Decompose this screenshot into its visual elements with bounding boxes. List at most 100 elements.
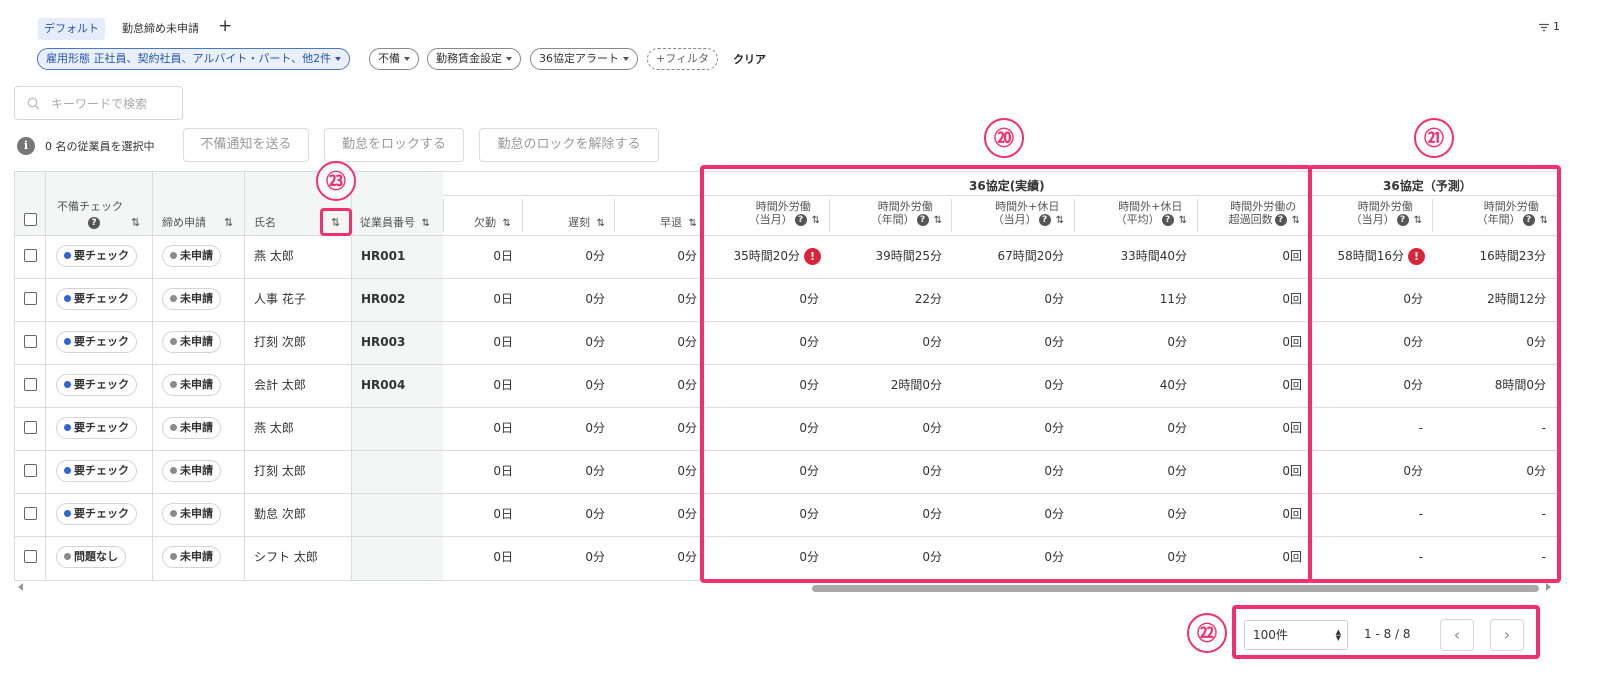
defect-check-label: 要チェック <box>74 249 129 262</box>
cell-value: 0日 <box>493 421 513 435</box>
column-header-early[interactable]: 早退 ⇅ <box>660 216 698 230</box>
filter-chip-label: 勤務賃金設定 <box>436 52 502 65</box>
row-checkbox[interactable] <box>24 421 37 434</box>
employee-name[interactable]: 打刻 次郎 <box>254 334 306 350</box>
view-tab-unsubmitted[interactable]: 勤怠締め未申請 <box>116 18 205 40</box>
filter-count-indicator[interactable]: 1 <box>1538 20 1560 33</box>
closing-status-label: 未申請 <box>180 335 213 348</box>
status-dot <box>170 467 177 474</box>
unlock-attendance-button[interactable]: 勤怠のロックを解除する <box>479 128 659 162</box>
status-dot <box>64 467 71 474</box>
filter-chip-36-alert[interactable]: 36協定アラート <box>530 48 638 70</box>
annotation-number-21: ㉑ <box>1414 118 1454 158</box>
status-dot <box>64 553 71 560</box>
column-header-absence[interactable]: 欠勤 ⇅ <box>474 216 512 230</box>
header-column-divider <box>614 199 615 232</box>
defect-check-badge[interactable]: 要チェック <box>56 331 137 353</box>
employee-name[interactable]: 人事 花子 <box>254 291 306 307</box>
employee-name[interactable]: 燕 太郎 <box>254 420 294 436</box>
lock-attendance-button[interactable]: 勤怠をロックする <box>324 128 464 162</box>
defect-check-badge[interactable]: 要チェック <box>56 503 137 525</box>
status-dot <box>170 338 177 345</box>
status-dot <box>64 295 71 302</box>
employee-name[interactable]: シフト 太郎 <box>254 549 318 565</box>
filter-chip-employment-type[interactable]: 雇用形態 正社員、契約社員、アルバイト・パート、他2件 <box>37 48 351 70</box>
cell-value: 0日 <box>493 249 513 263</box>
row-checkbox[interactable] <box>24 335 37 348</box>
cell-late: 0分 <box>585 549 605 565</box>
row-checkbox[interactable] <box>24 507 37 520</box>
search-input[interactable] <box>49 94 177 114</box>
clear-filters-link[interactable]: クリア <box>733 51 766 67</box>
help-icon[interactable]: ? <box>88 217 100 229</box>
scroll-left-arrow[interactable] <box>18 583 23 591</box>
column-header-label: 従業員番号 <box>360 216 415 229</box>
employee-name[interactable]: 打刻 太郎 <box>254 463 306 479</box>
employee-number: HR001 <box>361 249 406 263</box>
employee-name[interactable]: 会計 太郎 <box>254 377 306 393</box>
sort-icon[interactable]: ⇅ <box>597 217 606 230</box>
scroll-right-arrow[interactable] <box>1546 583 1551 591</box>
select-all-checkbox[interactable] <box>24 213 37 226</box>
defect-check-badge[interactable]: 要チェック <box>56 417 137 439</box>
chevron-down-icon <box>404 57 410 61</box>
annotation-number-22: ㉒ <box>1187 613 1227 653</box>
column-header-label: 氏名 <box>254 216 276 229</box>
closing-status-badge: 未申請 <box>162 460 221 482</box>
defect-check-badge[interactable]: 要チェック <box>56 374 137 396</box>
header-column-divider <box>443 199 444 232</box>
defect-check-badge[interactable]: 要チェック <box>56 245 137 267</box>
cell-early: 0分 <box>677 291 697 307</box>
cell-value: 0分 <box>585 421 605 435</box>
cell-early: 0分 <box>677 248 697 264</box>
closing-status-badge: 未申請 <box>162 331 221 353</box>
defect-check-badge[interactable]: 要チェック <box>56 288 137 310</box>
sort-icon[interactable]: ⇅ <box>131 216 140 229</box>
cell-early: 0分 <box>677 377 697 393</box>
column-header-emp-no[interactable]: 従業員番号 ⇅ <box>360 216 431 230</box>
filter-chip-wage-setting[interactable]: 勤務賃金設定 <box>427 48 521 70</box>
chevron-down-icon <box>506 57 512 61</box>
send-defect-notice-button[interactable]: 不備通知を送る <box>183 128 309 162</box>
cell-value: 0日 <box>493 464 513 478</box>
employee-name[interactable]: 燕 太郎 <box>254 248 294 264</box>
cell-value: 0分 <box>677 292 697 306</box>
cell-value: 0分 <box>677 378 697 392</box>
column-header-label: 不備チェック <box>57 200 123 213</box>
closing-status-badge: 未申請 <box>162 374 221 396</box>
sort-icon[interactable]: ⇅ <box>689 217 698 230</box>
view-tab-default[interactable]: デフォルト <box>38 18 105 40</box>
closing-status-label: 未申請 <box>180 378 213 391</box>
column-header-check[interactable]: 不備チェック <box>57 200 123 213</box>
row-checkbox[interactable] <box>24 550 37 563</box>
sort-icon[interactable]: ⇅ <box>422 217 431 230</box>
column-header-name[interactable]: 氏名 <box>254 216 276 229</box>
cell-value: 0日 <box>493 378 513 392</box>
row-checkbox[interactable] <box>24 464 37 477</box>
add-view-button[interactable]: + <box>218 16 232 36</box>
cell-value: 0分 <box>677 249 697 263</box>
cell-value: 0分 <box>585 335 605 349</box>
employee-name[interactable]: 勤怠 次郎 <box>254 506 306 522</box>
add-filter-button[interactable]: +フィルタ <box>647 48 718 70</box>
sort-icon[interactable]: ⇅ <box>224 216 233 229</box>
defect-check-badge[interactable]: 問題なし <box>56 546 126 568</box>
defect-check-badge[interactable]: 要チェック <box>56 460 137 482</box>
cell-early: 0分 <box>677 420 697 436</box>
closing-status-badge: 未申請 <box>162 503 221 525</box>
row-checkbox[interactable] <box>24 249 37 262</box>
closing-status-label: 未申請 <box>180 550 213 563</box>
closing-status-badge: 未申請 <box>162 546 221 568</box>
horizontal-scrollbar-thumb[interactable] <box>812 585 1539 592</box>
row-checkbox[interactable] <box>24 378 37 391</box>
column-header-late[interactable]: 遅刻 ⇅ <box>568 216 606 230</box>
annotation-number-23: ㉓ <box>316 161 356 201</box>
status-dot <box>64 424 71 431</box>
sort-icon[interactable]: ⇅ <box>503 217 512 230</box>
column-header-closing[interactable]: 締め申請 <box>162 216 206 229</box>
cell-early: 0分 <box>677 463 697 479</box>
filter-chip-label: 36協定アラート <box>539 52 619 65</box>
filter-chip-defect[interactable]: 不備 <box>369 48 419 70</box>
row-checkbox[interactable] <box>24 292 37 305</box>
column-header-label: 早退 <box>660 216 682 229</box>
